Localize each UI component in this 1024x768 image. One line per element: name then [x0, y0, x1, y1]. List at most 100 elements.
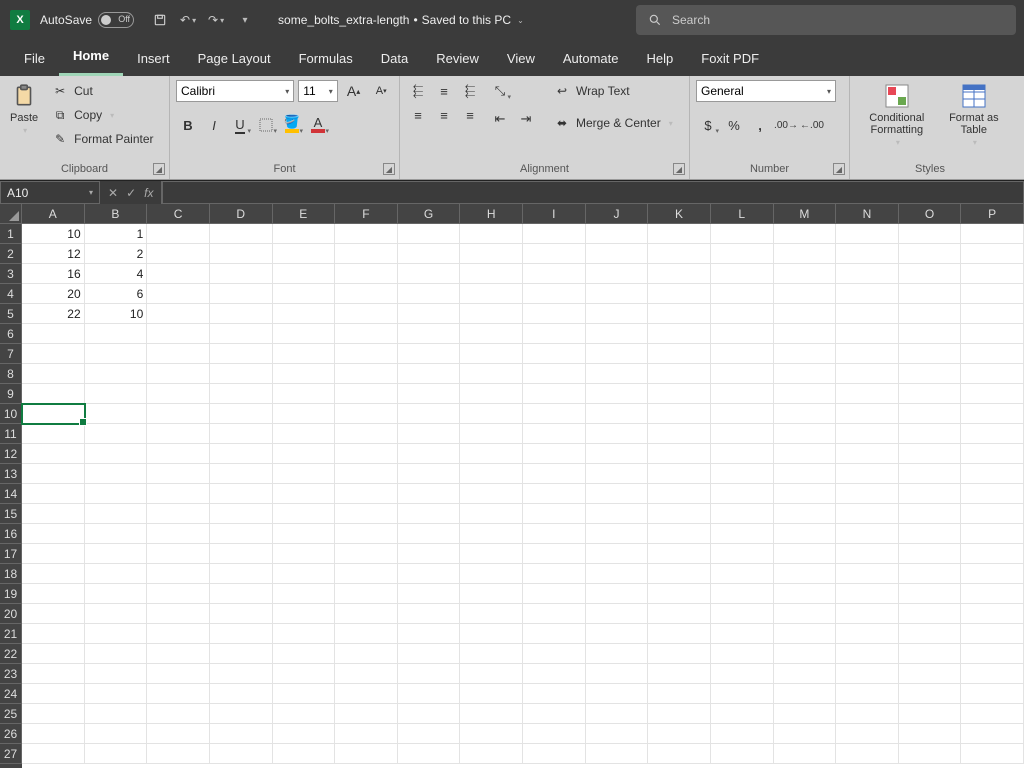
cell-N4[interactable] [836, 284, 899, 304]
cell-O11[interactable] [899, 424, 962, 444]
cell-I24[interactable] [523, 684, 586, 704]
cell-M18[interactable] [774, 564, 837, 584]
italic-button[interactable]: I [202, 114, 226, 136]
row-header-19[interactable]: 19 [0, 584, 22, 604]
align-left-button[interactable]: ≡ [406, 104, 430, 126]
cell-H24[interactable] [460, 684, 523, 704]
cell-O27[interactable] [899, 744, 962, 764]
cell-K26[interactable] [648, 724, 711, 744]
cell-N21[interactable] [836, 624, 899, 644]
cell-N1[interactable] [836, 224, 899, 244]
cell-K22[interactable] [648, 644, 711, 664]
cell-A22[interactable] [22, 644, 85, 664]
cell-E13[interactable] [273, 464, 336, 484]
col-header-H[interactable]: H [460, 204, 523, 224]
cell-K11[interactable] [648, 424, 711, 444]
format-painter-button[interactable]: ✎Format Painter [48, 128, 157, 150]
cell-M13[interactable] [774, 464, 837, 484]
cell-F27[interactable] [335, 744, 398, 764]
cell-A19[interactable] [22, 584, 85, 604]
fill-color-button[interactable]: 🪣▾ [280, 114, 304, 136]
cell-J21[interactable] [586, 624, 649, 644]
cell-L21[interactable] [711, 624, 774, 644]
cell-D7[interactable] [210, 344, 273, 364]
cell-L13[interactable] [711, 464, 774, 484]
cell-K3[interactable] [648, 264, 711, 284]
cell-H4[interactable] [460, 284, 523, 304]
cell-I10[interactable] [523, 404, 586, 424]
cell-C26[interactable] [147, 724, 210, 744]
row-header-13[interactable]: 13 [0, 464, 22, 484]
col-header-I[interactable]: I [523, 204, 586, 224]
cell-F21[interactable] [335, 624, 398, 644]
cell-M12[interactable] [774, 444, 837, 464]
cell-G3[interactable] [398, 264, 461, 284]
cell-K2[interactable] [648, 244, 711, 264]
cell-N23[interactable] [836, 664, 899, 684]
row-header-22[interactable]: 22 [0, 644, 22, 664]
cell-P25[interactable] [961, 704, 1024, 724]
col-header-O[interactable]: O [899, 204, 962, 224]
cell-F18[interactable] [335, 564, 398, 584]
cell-D14[interactable] [210, 484, 273, 504]
cell-E9[interactable] [273, 384, 336, 404]
cell-H17[interactable] [460, 544, 523, 564]
cell-C1[interactable] [147, 224, 210, 244]
cell-B12[interactable] [85, 444, 148, 464]
cell-O22[interactable] [899, 644, 962, 664]
cancel-icon[interactable]: ✕ [108, 186, 118, 200]
cut-button[interactable]: ✂Cut [48, 80, 157, 102]
cell-N15[interactable] [836, 504, 899, 524]
cell-K21[interactable] [648, 624, 711, 644]
cell-K15[interactable] [648, 504, 711, 524]
cell-L11[interactable] [711, 424, 774, 444]
cell-J8[interactable] [586, 364, 649, 384]
increase-decimal-button[interactable]: .00→ [774, 114, 798, 136]
cell-O8[interactable] [899, 364, 962, 384]
cell-H6[interactable] [460, 324, 523, 344]
cell-A12[interactable] [22, 444, 85, 464]
cell-M21[interactable] [774, 624, 837, 644]
wrap-text-button[interactable]: ↩Wrap Text [550, 80, 677, 102]
cell-O13[interactable] [899, 464, 962, 484]
cell-P22[interactable] [961, 644, 1024, 664]
cell-E17[interactable] [273, 544, 336, 564]
row-header-21[interactable]: 21 [0, 624, 22, 644]
formula-input[interactable] [162, 181, 1024, 204]
cell-N3[interactable] [836, 264, 899, 284]
dialog-launcher[interactable]: ◢ [673, 163, 685, 175]
cell-C19[interactable] [147, 584, 210, 604]
tab-automate[interactable]: Automate [549, 43, 633, 76]
cell-G20[interactable] [398, 604, 461, 624]
cell-P5[interactable] [961, 304, 1024, 324]
cell-E14[interactable] [273, 484, 336, 504]
cell-J9[interactable] [586, 384, 649, 404]
cell-F17[interactable] [335, 544, 398, 564]
cell-J23[interactable] [586, 664, 649, 684]
cell-J24[interactable] [586, 684, 649, 704]
cell-K13[interactable] [648, 464, 711, 484]
fx-icon[interactable]: fx [144, 186, 153, 200]
format-as-table-button[interactable]: Format as Table▾ [944, 80, 1004, 149]
cell-I1[interactable] [523, 224, 586, 244]
col-header-P[interactable]: P [961, 204, 1024, 224]
cell-L15[interactable] [711, 504, 774, 524]
cell-O14[interactable] [899, 484, 962, 504]
cell-P21[interactable] [961, 624, 1024, 644]
cell-J15[interactable] [586, 504, 649, 524]
col-header-M[interactable]: M [774, 204, 837, 224]
cell-A24[interactable] [22, 684, 85, 704]
col-header-K[interactable]: K [648, 204, 711, 224]
row-header-4[interactable]: 4 [0, 284, 22, 304]
col-header-F[interactable]: F [335, 204, 398, 224]
cell-F5[interactable] [335, 304, 398, 324]
cell-E11[interactable] [273, 424, 336, 444]
row-header-18[interactable]: 18 [0, 564, 22, 584]
cell-P2[interactable] [961, 244, 1024, 264]
cell-K4[interactable] [648, 284, 711, 304]
cell-J7[interactable] [586, 344, 649, 364]
cell-B23[interactable] [85, 664, 148, 684]
cell-I8[interactable] [523, 364, 586, 384]
cell-L24[interactable] [711, 684, 774, 704]
cell-O18[interactable] [899, 564, 962, 584]
